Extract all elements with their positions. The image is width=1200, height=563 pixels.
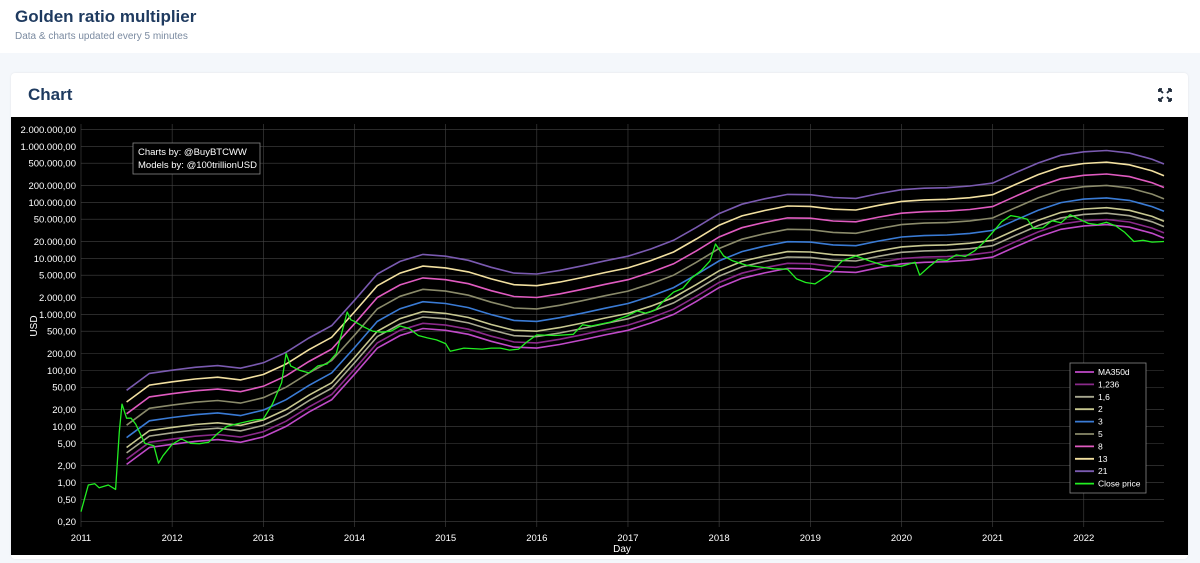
legend-label: 1,6 (1098, 392, 1110, 402)
x-tick-label: 2016 (526, 533, 547, 544)
x-tick-label: 2018 (709, 533, 730, 544)
y-tick-label: 200,00 (47, 349, 76, 360)
legend-label: 8 (1098, 441, 1103, 451)
y-tick-label: 100,00 (47, 366, 76, 377)
y-tick-label: 100.000,00 (28, 198, 76, 209)
series-line-1-6 (126, 212, 1165, 454)
x-axis-label: Day (613, 544, 631, 555)
card-title: Chart (28, 85, 73, 104)
close-price-line (80, 214, 1165, 512)
legend-label: 13 (1098, 454, 1108, 464)
y-tick-label: 10.000,00 (34, 254, 76, 265)
y-tick-label: 0,20 (58, 517, 77, 528)
page-header: Golden ratio multiplier Data & charts up… (0, 0, 1200, 53)
x-tick-label: 2022 (1073, 533, 1094, 544)
series-line-1-236 (126, 218, 1165, 460)
y-tick-label: 500.000,00 (28, 159, 76, 170)
legend-label: 1,236 (1098, 379, 1120, 389)
y-tick-label: 1.000,00 (39, 310, 76, 321)
legend-label: 21 (1098, 466, 1108, 476)
x-tick-label: 2011 (71, 533, 91, 544)
x-tick-label: 2014 (344, 533, 365, 544)
credits-line-2: Models by: @100trillionUSD (138, 160, 257, 171)
x-tick-label: 2021 (982, 533, 1003, 544)
y-axis-label: USD (29, 315, 40, 336)
legend-label: Close price (1098, 479, 1141, 489)
y-tick-label: 10,00 (52, 422, 76, 433)
y-tick-label: 1,00 (58, 478, 77, 489)
expand-icon[interactable] (1158, 88, 1172, 102)
y-tick-label: 200.000,00 (28, 181, 76, 192)
y-tick-label: 2.000.000,00 (21, 125, 76, 136)
y-tick-label: 1.000.000,00 (21, 142, 76, 153)
legend-label: 2 (1098, 404, 1103, 414)
y-tick-label: 500,00 (47, 327, 76, 338)
y-tick-label: 50.000,00 (34, 215, 76, 226)
series-line-21 (126, 149, 1165, 391)
x-tick-label: 2013 (253, 533, 274, 544)
chart-area[interactable]: 0,20 0,50 1,00 2,00 5,00 10,00 20,00 50,00 100,0… (11, 117, 1188, 555)
y-tick-label: 20,00 (52, 405, 76, 416)
x-tick-label: 2012 (162, 533, 183, 544)
credits-box: Charts by: @BuyBTCWW Models by: @100tril… (132, 142, 261, 175)
x-tick-label: 2020 (891, 533, 912, 544)
series-line-2 (126, 206, 1165, 449)
x-tick-label: 2015 (435, 533, 456, 544)
credits-line-1: Charts by: @BuyBTCWW (138, 147, 247, 158)
legend-label: 3 (1098, 417, 1103, 427)
legend-label: MA350d (1098, 367, 1130, 377)
golden-ratio-chart[interactable]: 0,20 0,50 1,00 2,00 5,00 10,00 20,00 50,00 100,0… (11, 117, 1188, 555)
y-tick-label: 20.000,00 (34, 237, 76, 248)
y-tick-label: 5.000,00 (39, 271, 76, 282)
page-title: Golden ratio multiplier (15, 7, 197, 26)
y-tick-label: 5,00 (58, 439, 77, 450)
chart-legend: MA350d 1,236 1,6 2 3 5 8 13 21 Close price (1069, 362, 1147, 494)
y-tick-label: 50,00 (52, 383, 76, 394)
y-tick-label: 0,50 (58, 495, 77, 506)
legend-label: 5 (1098, 429, 1103, 439)
page-subtitle: Data & charts updated every 5 minutes (15, 31, 188, 42)
y-tick-label: 2,00 (58, 461, 77, 472)
x-tick-label: 2017 (617, 533, 638, 544)
y-tick-label: 2.000,00 (39, 293, 76, 304)
series-line-MA350d (126, 223, 1165, 466)
series-line-5 (126, 184, 1165, 426)
series-line-13 (126, 161, 1165, 403)
x-tick-label: 2019 (800, 533, 821, 544)
chart-card: Chart 0,20 0,50 1,00 2,00 5,00 10,00 20,00 50,0… (11, 73, 1188, 559)
